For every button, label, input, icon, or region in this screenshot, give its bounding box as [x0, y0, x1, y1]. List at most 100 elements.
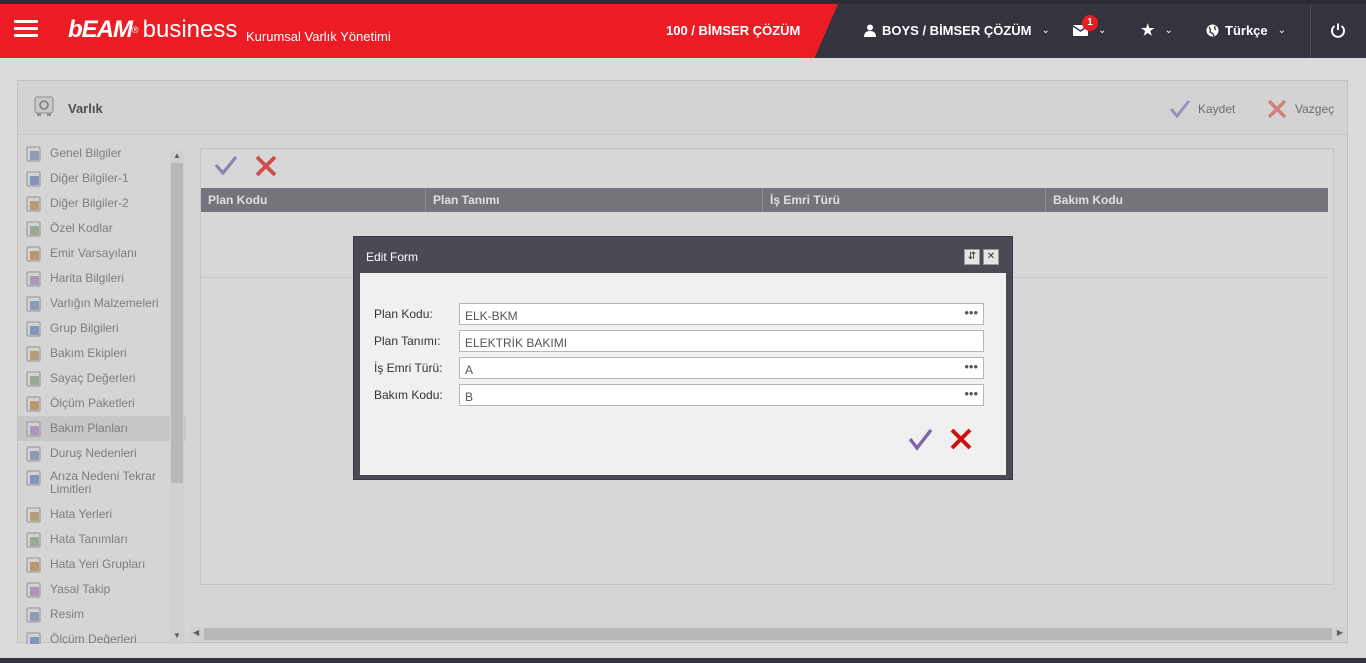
- lookup-button[interactable]: •••: [964, 305, 978, 320]
- scrollbar-thumb[interactable]: [171, 163, 183, 483]
- sidebar-item[interactable]: Ölçüm Paketleri: [18, 391, 186, 416]
- sidebar-item[interactable]: Ölçüm Değerleri: [18, 627, 186, 644]
- plan-icon: [26, 421, 44, 437]
- dialog-cancel-button[interactable]: [949, 427, 973, 451]
- sidebar-item[interactable]: Grup Bilgileri: [18, 316, 186, 341]
- plan-code-row: Plan Kodu: ELK-BKM •••: [374, 303, 986, 325]
- folder-icon: [26, 246, 44, 262]
- sidebar-scrollbar[interactable]: ▲ ▼: [170, 151, 184, 644]
- horizontal-scrollbar[interactable]: ◀ ▶: [190, 627, 1346, 641]
- scrollbar-thumb[interactable]: [204, 628, 1332, 640]
- warning-icon: [26, 470, 44, 486]
- sidebar-item-label: Genel Bilgiler: [50, 146, 122, 160]
- sidebar-item[interactable]: Hata Yeri Grupları: [18, 552, 186, 577]
- scroll-down-icon[interactable]: ▼: [173, 631, 181, 640]
- cancel-button[interactable]: Vazgeç: [1267, 99, 1334, 119]
- safe-icon: [34, 96, 54, 116]
- chevron-down-icon: ⌄: [1098, 24, 1107, 36]
- team-icon: [26, 346, 44, 362]
- lookup-button[interactable]: •••: [964, 386, 978, 401]
- sidebar-item[interactable]: Bakım Ekipleri: [18, 341, 186, 366]
- power-icon[interactable]: [1330, 22, 1346, 38]
- user-menu[interactable]: BOYS / BİMSER ÇÖZÜM ⌄: [864, 18, 1050, 42]
- sidebar-item[interactable]: Genel Bilgiler: [18, 141, 186, 166]
- dialog-title: Edit Form: [366, 250, 419, 264]
- chevron-down-icon: ⌄: [1041, 24, 1050, 36]
- close-icon[interactable]: ✕: [983, 249, 999, 265]
- logo: bEAM® business: [68, 15, 237, 45]
- work-order-type-value: A: [465, 363, 474, 377]
- column-header[interactable]: Plan Kodu: [201, 188, 426, 212]
- measure-icon: [26, 632, 44, 644]
- scroll-up-icon[interactable]: ▲: [173, 151, 181, 160]
- sidebar-item[interactable]: Harita Bilgileri: [18, 266, 186, 291]
- sidebar-item[interactable]: Sayaç Değerleri: [18, 366, 186, 391]
- sidebar-item-label: Duruş Nedenleri: [50, 446, 137, 460]
- grid-confirm-button[interactable]: [215, 155, 237, 175]
- scroll-right-icon[interactable]: ▶: [1337, 628, 1343, 637]
- error-place-icon: [26, 507, 44, 523]
- column-header[interactable]: Plan Tanımı: [426, 188, 763, 212]
- sidebar-item-label: Hata Tanımları: [50, 532, 128, 546]
- group-icon: [26, 321, 44, 337]
- message-count-badge: 1: [1082, 15, 1098, 31]
- column-header[interactable]: İş Emri Türü: [763, 188, 1046, 212]
- sidebar-item-label: Yasal Takip: [50, 582, 111, 596]
- language-menu[interactable]: Türkçe ⌄: [1206, 18, 1286, 42]
- sidebar-item[interactable]: Arıza Nedeni Tekrar Limitleri: [18, 466, 186, 502]
- plan-name-field[interactable]: ELEKTRİK BAKIMI: [459, 330, 984, 352]
- sidebar-item[interactable]: Resim: [18, 602, 186, 627]
- lookup-button[interactable]: •••: [964, 359, 978, 374]
- sidebar-item-label: Özel Kodlar: [50, 221, 113, 235]
- sidebar-item[interactable]: Yasal Takip: [18, 577, 186, 602]
- bottom-edge: [0, 658, 1366, 663]
- chart-icon: [26, 396, 44, 412]
- language-label: Türkçe: [1225, 22, 1268, 38]
- column-header[interactable]: Bakım Kodu: [1046, 188, 1328, 212]
- save-button[interactable]: Kaydet: [1170, 99, 1235, 119]
- sidebar-item-label: Harita Bilgileri: [50, 271, 125, 285]
- maintenance-code-row: Bakım Kodu: B •••: [374, 384, 986, 406]
- sidebar-item[interactable]: Hata Tanımları: [18, 527, 186, 552]
- dialog-body: Plan Kodu: ELK-BKM ••• Plan Tanımı: ELEK…: [360, 273, 1006, 475]
- panel-title: Varlık: [68, 101, 103, 116]
- sidebar-item[interactable]: Diğer Bilgiler-2: [18, 191, 186, 216]
- favorites-menu[interactable]: ★ ⌄: [1141, 18, 1173, 42]
- dialog-confirm-button[interactable]: [908, 427, 932, 451]
- sidebar-item[interactable]: Duruş Nedenleri: [18, 441, 186, 466]
- plan-code-field[interactable]: ELK-BKM •••: [459, 303, 984, 325]
- sidebar-item-label: Bakım Planları: [50, 421, 129, 435]
- legal-icon: [26, 582, 44, 598]
- company-selector[interactable]: 100 / BİMSER ÇÖZÜM: [666, 23, 800, 38]
- sidebar-item[interactable]: Varlığın Malzemeleri: [18, 291, 186, 316]
- app-subtitle: Kurumsal Varlık Yönetimi: [246, 29, 391, 44]
- plan-name-label: Plan Tanımı:: [374, 334, 441, 348]
- scroll-left-icon[interactable]: ◀: [193, 628, 199, 637]
- maintenance-code-field[interactable]: B •••: [459, 384, 984, 406]
- sidebar-item[interactable]: Diğer Bilgiler-1: [18, 166, 186, 191]
- info-icon: [26, 196, 44, 212]
- plan-code-value: ELK-BKM: [465, 309, 518, 323]
- counter-icon: [26, 371, 44, 387]
- error-group-icon: [26, 557, 44, 573]
- plan-name-row: Plan Tanımı: ELEKTRİK BAKIMI: [374, 330, 986, 352]
- grid-cancel-button[interactable]: [255, 155, 277, 177]
- work-order-type-field[interactable]: A •••: [459, 357, 984, 379]
- work-order-type-label: İş Emri Türü:: [374, 361, 443, 375]
- sidebar-item-label: Arıza Nedeni Tekrar Limitleri: [50, 469, 156, 496]
- sidebar-item-label: Emir Varsayılanı: [50, 246, 138, 260]
- sidebar-item-label: Sayaç Değerleri: [50, 371, 136, 385]
- work-order-type-row: İş Emri Türü: A •••: [374, 357, 986, 379]
- menu-icon[interactable]: [14, 20, 38, 38]
- sidebar-item-label: Hata Yeri Grupları: [50, 557, 146, 571]
- chevron-down-icon: ⌄: [1277, 24, 1287, 36]
- sidebar-item[interactable]: Emir Varsayılanı: [18, 241, 186, 266]
- sidebar-item-label: Ölçüm Değerleri: [50, 632, 137, 645]
- document-icon: [26, 146, 44, 162]
- sidebar-item[interactable]: Özel Kodlar: [18, 216, 186, 241]
- stop-icon: [26, 446, 44, 462]
- sidebar-item[interactable]: Bakım Planları: [18, 416, 186, 441]
- sidebar-item[interactable]: Hata Yerleri: [18, 502, 186, 527]
- checkmark-icon: [1170, 100, 1190, 118]
- resize-icon[interactable]: ⇵: [964, 249, 980, 265]
